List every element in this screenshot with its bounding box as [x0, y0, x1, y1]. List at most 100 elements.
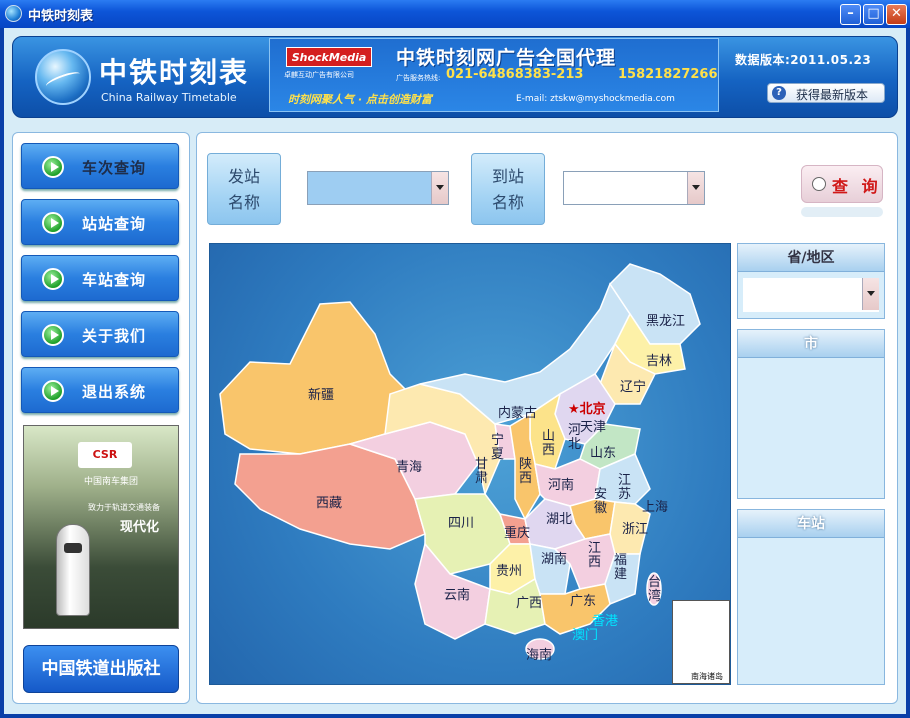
app-icon [5, 5, 22, 22]
nav-exit-button[interactable]: 退出系统 [21, 367, 179, 413]
ad-title: 中铁时刻网广告全国代理 [396, 47, 617, 69]
city-header: 市 [738, 330, 884, 358]
ad-company: 卓麒互动广告有限公司 [284, 71, 354, 79]
province-xizang[interactable]: 西藏 [316, 492, 342, 511]
from-station-label: 发站 名称 [227, 167, 260, 212]
province-sichuan[interactable]: 四川 [448, 512, 474, 531]
province-header: 省/地区 [738, 244, 884, 272]
province-chongqing[interactable]: 重庆 [504, 522, 530, 541]
province-guangxi[interactable]: 广西 [516, 592, 542, 611]
province-heilongjiang[interactable]: 黑龙江 [646, 310, 685, 329]
province-beijing[interactable]: ★北京 [568, 398, 606, 417]
query-button[interactable]: 查 询 [801, 165, 883, 203]
ad-slogan: 时刻网聚人气 · 点击创造财富 [288, 93, 432, 106]
province-hubei[interactable]: 湖北 [546, 508, 572, 527]
play-icon [42, 156, 64, 178]
brand-subtitle: China Railway Timetable [101, 91, 237, 104]
csr-group-name: 中国南车集团 [84, 477, 139, 487]
province-fujian[interactable]: 福建 [614, 554, 628, 582]
province-filter-box: 省/地区 [737, 243, 885, 319]
city-list-box[interactable]: 市 [737, 329, 885, 499]
publisher-button[interactable]: 中国铁道出版社 [23, 645, 179, 693]
update-button-label: 获得最新版本 [796, 88, 869, 102]
close-button[interactable]: ✕ [886, 4, 907, 25]
province-taiwan[interactable]: 台湾 [648, 576, 662, 604]
province-henan[interactable]: 河南 [548, 474, 574, 493]
province-liaoning[interactable]: 辽宁 [620, 376, 646, 395]
minimize-button[interactable]: – [840, 4, 861, 25]
nav-label: 车站查询 [82, 271, 147, 289]
globe-logo-icon [35, 49, 91, 105]
to-station-label-button[interactable]: 到站 名称 [471, 153, 545, 225]
province-combo-inner[interactable] [743, 278, 879, 312]
query-button-reflection [801, 207, 883, 217]
province-qinghai[interactable]: 青海 [396, 456, 422, 475]
to-station-combo[interactable] [563, 171, 705, 205]
province-hainan[interactable]: 海南 [526, 644, 552, 663]
play-icon [42, 212, 64, 234]
province-gansu[interactable]: 甘肃 [475, 458, 489, 486]
province-hunan[interactable]: 湖南 [541, 548, 567, 567]
province-tianjin[interactable]: 天津 [580, 416, 606, 435]
chevron-down-icon[interactable] [431, 172, 448, 204]
client-area: 中铁时刻表 China Railway Timetable ShockMedia… [4, 28, 906, 714]
help-icon: ? [772, 86, 786, 100]
province-zhejiang[interactable]: 浙江 [622, 518, 648, 537]
province-yunnan[interactable]: 云南 [444, 584, 470, 603]
query-button-label: 查 询 [832, 177, 882, 196]
south-china-sea-inset[interactable]: 南海诸岛 [672, 600, 730, 684]
maximize-button[interactable]: □ [863, 4, 884, 25]
nav-station-query-button[interactable]: 车站查询 [21, 255, 179, 301]
csr-logo: CSR [78, 442, 132, 468]
south-china-sea-label: 南海诸岛 [691, 672, 723, 681]
clock-icon [812, 177, 826, 191]
chevron-down-icon[interactable] [862, 278, 879, 310]
window-title: 中铁时刻表 [28, 9, 94, 24]
province-jilin[interactable]: 吉林 [646, 350, 672, 369]
nav-train-query-button[interactable]: 车次查询 [21, 143, 179, 189]
ad-phone-mobile: 15821827266 [618, 67, 718, 82]
play-icon [42, 268, 64, 290]
province-guangdong[interactable]: 广东 [570, 590, 596, 609]
nav-label: 关于我们 [82, 327, 147, 345]
province-shandong[interactable]: 山东 [590, 442, 616, 461]
province-shanghai[interactable]: 上海 [642, 496, 668, 515]
province-ningxia[interactable]: 宁夏 [491, 434, 505, 462]
ad-email: E-mail: ztskw@myshockmedia.com [516, 94, 675, 104]
station-list-box[interactable]: 车站 [737, 509, 885, 685]
station-header: 车站 [738, 510, 884, 538]
play-icon [42, 324, 64, 346]
get-latest-version-button[interactable]: ? 获得最新版本 [767, 83, 885, 103]
advertisement-banner[interactable]: ShockMedia 卓麒互动广告有限公司 中铁时刻网广告全国代理 广告服务热线… [269, 38, 719, 112]
main-panel: 发站 名称 到站 名称 查 询 黑龙江 吉林 辽宁 内蒙古 ★北京 天津 河北 … [196, 132, 898, 704]
province-aomen[interactable]: 澳门 [572, 624, 598, 643]
province-guizhou[interactable]: 贵州 [496, 560, 522, 579]
china-map[interactable]: 黑龙江 吉林 辽宁 内蒙古 ★北京 天津 河北 山西 山东 宁夏 新疆 青海 甘… [209, 243, 731, 685]
chevron-down-icon[interactable] [687, 172, 704, 204]
nav-about-us-button[interactable]: 关于我们 [21, 311, 179, 357]
title-bar: 中铁时刻表 – □ ✕ [0, 0, 910, 28]
left-nav-panel: 车次查询 站站查询 车站查询 关于我们 退出系统 CSR 中国南车集团 致力于轨… [12, 132, 190, 704]
high-speed-train-icon [56, 524, 90, 616]
nav-station-to-station-button[interactable]: 站站查询 [21, 199, 179, 245]
data-version: 数据版本:2011.05.23 [735, 53, 872, 67]
csr-promo-image[interactable]: CSR 中国南车集团 致力于轨道交通装备 现代化 [23, 425, 179, 629]
to-station-label: 到站 名称 [491, 167, 524, 212]
nav-label: 车次查询 [82, 159, 147, 177]
province-neimenggu[interactable]: 内蒙古 [498, 402, 537, 421]
ad-phone: 021-64868383-213 [446, 67, 584, 82]
province-xinjiang[interactable]: 新疆 [308, 384, 334, 403]
ad-logo: ShockMedia [286, 47, 372, 67]
province-shanxi[interactable]: 山西 [542, 430, 556, 458]
province-shaanxi[interactable]: 陕西 [519, 458, 533, 486]
province-hebei[interactable]: 河北 [568, 424, 582, 452]
nav-label: 站站查询 [82, 215, 147, 233]
province-jiangsu[interactable]: 江苏 [618, 474, 632, 502]
nav-label: 退出系统 [82, 383, 147, 401]
province-combo[interactable] [743, 278, 879, 312]
xinjiang-region [219, 301, 411, 455]
from-station-label-button[interactable]: 发站 名称 [207, 153, 281, 225]
province-anhui[interactable]: 安徽 [594, 488, 608, 516]
from-station-combo[interactable] [307, 171, 449, 205]
province-jiangxi[interactable]: 江西 [588, 542, 602, 570]
